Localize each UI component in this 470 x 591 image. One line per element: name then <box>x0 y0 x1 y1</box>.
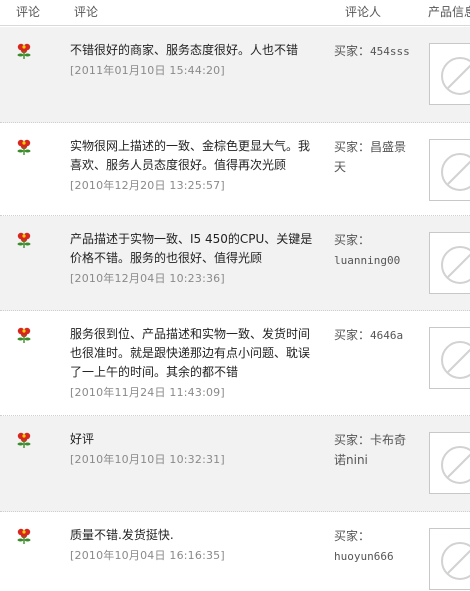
product-thumbnail[interactable] <box>429 232 470 294</box>
review-row: 不错很好的商家、服务态度很好。人也不错 [2011年01月10日 15:44:2… <box>0 27 470 123</box>
header-product: 产品信息 <box>428 5 470 19</box>
reviewer: 买家： huoyun666 <box>334 526 412 567</box>
buyer-label: 买家： <box>334 233 371 247</box>
flower-rating-icon <box>16 42 32 60</box>
review-date: [2010年12月20日 13:25:57] <box>70 179 225 192</box>
review-comment: 实物很网上描述的一致、金棕色更显大气。我喜欢、服务人员态度很好。值得再次光顾 [… <box>70 137 320 194</box>
flower-rating-icon <box>16 138 32 156</box>
no-image-icon <box>441 542 470 580</box>
header-rating: 评论 <box>16 5 41 19</box>
review-date: [2010年10月10日 10:32:31] <box>70 453 225 466</box>
buyer-label: 买家： <box>334 44 371 58</box>
flower-rating-icon <box>16 326 32 344</box>
review-text: 实物很网上描述的一致、金棕色更显大气。我喜欢、服务人员态度很好。值得再次光顾 <box>70 139 311 172</box>
no-image-icon <box>441 446 470 484</box>
review-date: [2010年10月04日 16:16:35] <box>70 549 225 562</box>
review-text: 质量不错.发货挺快. <box>70 528 174 542</box>
review-row: 产品描述于实物一致、I5 450的CPU、关键是价格不错。服务的也很好、值得光顾… <box>0 216 470 311</box>
header-comment: 评论 <box>74 5 99 19</box>
review-comment: 产品描述于实物一致、I5 450的CPU、关键是价格不错。服务的也很好、值得光顾… <box>70 230 320 287</box>
review-comment: 质量不错.发货挺快. [2010年10月04日 16:16:35] <box>70 526 320 564</box>
buyer-label: 买家： <box>334 529 371 543</box>
buyer-name: huoyun666 <box>334 550 394 563</box>
review-row: 服务很到位、产品描述和实物一致、发货时间也很准时。就是跟快递那边有点小问题、耽误… <box>0 311 470 416</box>
review-row: 好评 [2010年10月10日 10:32:31] 买家：卡布奇诺nini <box>0 416 470 512</box>
review-text: 服务很到位、产品描述和实物一致、发货时间也很准时。就是跟快递那边有点小问题、耽误… <box>70 327 311 379</box>
flower-rating-icon <box>16 231 32 249</box>
review-date: [2011年01月10日 15:44:20] <box>70 64 225 77</box>
product-thumbnail[interactable] <box>429 139 470 201</box>
product-thumbnail[interactable] <box>429 43 470 105</box>
no-image-icon <box>441 57 470 95</box>
buyer-name: 454sss <box>370 45 410 58</box>
reviewer: 买家：4646a <box>334 325 412 346</box>
buyer-label: 买家： <box>334 433 371 447</box>
review-row: 质量不错.发货挺快. [2010年10月04日 16:16:35] 买家： huo… <box>0 512 470 591</box>
reviewer: 买家： luanning00 <box>334 230 412 271</box>
product-thumbnail[interactable] <box>429 432 470 494</box>
buyer-label: 买家： <box>334 140 371 154</box>
buyer-name: luanning00 <box>334 254 401 267</box>
reviewer: 买家：昌盛景天 <box>334 137 412 177</box>
buyer-name: 4646a <box>370 329 404 342</box>
no-image-icon <box>441 153 470 191</box>
review-text: 不错很好的商家、服务态度很好。人也不错 <box>70 43 299 57</box>
review-date: [2010年12月04日 10:23:36] <box>70 272 225 285</box>
flower-rating-icon <box>16 527 32 545</box>
header-reviewer: 评论人 <box>345 5 382 19</box>
review-text: 产品描述于实物一致、I5 450的CPU、关键是价格不错。服务的也很好、值得光顾 <box>70 232 313 265</box>
no-image-icon <box>441 246 470 284</box>
product-thumbnail[interactable] <box>429 327 470 389</box>
review-date: [2010年11月24日 11:43:09] <box>70 386 225 399</box>
flower-rating-icon <box>16 431 32 449</box>
buyer-label: 买家： <box>334 328 371 342</box>
table-header: 评论 评论 评论人 产品信息 <box>0 0 470 26</box>
reviewer: 买家：454sss <box>334 41 412 62</box>
review-comment: 服务很到位、产品描述和实物一致、发货时间也很准时。就是跟快递那边有点小问题、耽误… <box>70 325 320 401</box>
no-image-icon <box>441 341 470 379</box>
review-comment: 不错很好的商家、服务态度很好。人也不错 [2011年01月10日 15:44:2… <box>70 41 320 79</box>
review-list: 不错很好的商家、服务态度很好。人也不错 [2011年01月10日 15:44:2… <box>0 27 470 591</box>
product-thumbnail[interactable] <box>429 528 470 590</box>
review-text: 好评 <box>70 432 95 446</box>
review-comment: 好评 [2010年10月10日 10:32:31] <box>70 430 320 468</box>
review-row: 实物很网上描述的一致、金棕色更显大气。我喜欢、服务人员态度很好。值得再次光顾 [… <box>0 123 470 216</box>
reviewer: 买家：卡布奇诺nini <box>334 430 412 470</box>
